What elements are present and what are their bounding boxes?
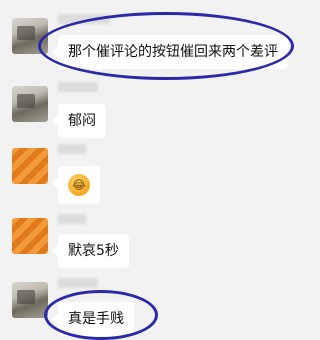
avatar[interactable] bbox=[12, 282, 48, 318]
sender-name-blurred bbox=[58, 278, 98, 288]
avatar[interactable] bbox=[12, 218, 48, 254]
sender-name-blurred bbox=[58, 214, 86, 224]
message-bubble[interactable]: 那个催评论的按钮催回来两个差评 bbox=[52, 35, 288, 69]
message-text: 默哀5秒 bbox=[68, 243, 119, 259]
avatar[interactable] bbox=[12, 86, 48, 122]
message-text: 真是手贱 bbox=[68, 311, 124, 327]
crying-laughing-emoji: 😂 bbox=[68, 174, 90, 196]
avatar[interactable] bbox=[12, 18, 48, 54]
sender-name-blurred bbox=[58, 144, 86, 154]
sender-name-blurred bbox=[58, 14, 110, 24]
avatar[interactable] bbox=[12, 148, 48, 184]
message-bubble[interactable]: 默哀5秒 bbox=[52, 234, 129, 268]
message-bubble[interactable]: 郁闷 bbox=[52, 104, 106, 138]
sender-name-blurred bbox=[58, 82, 98, 92]
message-text: 那个催评论的按钮催回来两个差评 bbox=[68, 44, 278, 60]
message-bubble[interactable]: 😂 bbox=[52, 166, 100, 204]
message-bubble[interactable]: 真是手贱 bbox=[52, 302, 134, 336]
message-text: 郁闷 bbox=[68, 113, 96, 129]
